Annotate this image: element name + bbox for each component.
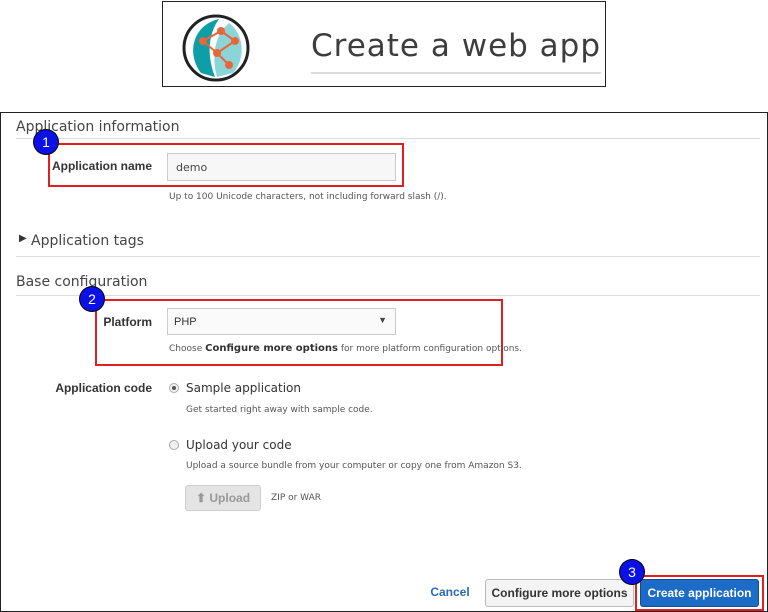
platform-label: Platform (103, 315, 152, 329)
platform-value: PHP (174, 316, 197, 328)
cancel-link[interactable]: Cancel (425, 585, 475, 599)
create-application-button[interactable]: Create application (640, 579, 759, 607)
upload-button-label: Upload (209, 491, 251, 505)
step-badge-3: 3 (620, 560, 644, 584)
platform-help-suffix: for more platform configuration options. (340, 344, 522, 354)
app-code-label: Application code (55, 381, 152, 395)
upload-code-help: Upload a source bundle from your compute… (186, 461, 522, 471)
platform-help-prefix: Choose (169, 344, 203, 354)
banner-divider (311, 72, 601, 74)
sample-app-help: Get started right away with sample code. (186, 405, 373, 415)
caret-right-icon: ▶ (19, 233, 27, 244)
banner: Create a web app (162, 1, 606, 87)
app-name-label: Application name (51, 159, 152, 173)
upload-formats: ZIP or WAR (271, 493, 321, 503)
banner-title: Create a web app (311, 28, 602, 64)
step-badge-1: 1 (34, 130, 58, 154)
upload-button[interactable]: ⬆ Upload (185, 485, 261, 511)
upload-code-radio[interactable] (169, 440, 179, 450)
globe-logo-icon (182, 14, 250, 82)
configure-more-options-button[interactable]: Configure more options (485, 579, 634, 607)
dropdown-caret-icon: ▼ (378, 315, 387, 325)
sample-app-label[interactable]: Sample application (186, 381, 301, 395)
platform-help: Choose Configure more options for more p… (169, 343, 522, 354)
upload-icon: ⬆ (195, 491, 207, 505)
app-name-help: Up to 100 Unicode characters, not includ… (169, 192, 447, 202)
platform-select[interactable]: PHP ▼ (167, 308, 396, 335)
sample-app-radio[interactable] (169, 383, 179, 393)
divider (16, 295, 760, 296)
divider (16, 256, 760, 257)
section-title-tags: Application tags (31, 233, 144, 249)
upload-code-label[interactable]: Upload your code (186, 438, 292, 452)
divider (16, 138, 760, 139)
step-badge-2: 2 (80, 287, 104, 311)
section-title-base-config: Base configuration (16, 274, 148, 290)
configure-more-options-text: Configure more options (205, 343, 338, 354)
app-name-input[interactable]: demo (167, 153, 396, 181)
